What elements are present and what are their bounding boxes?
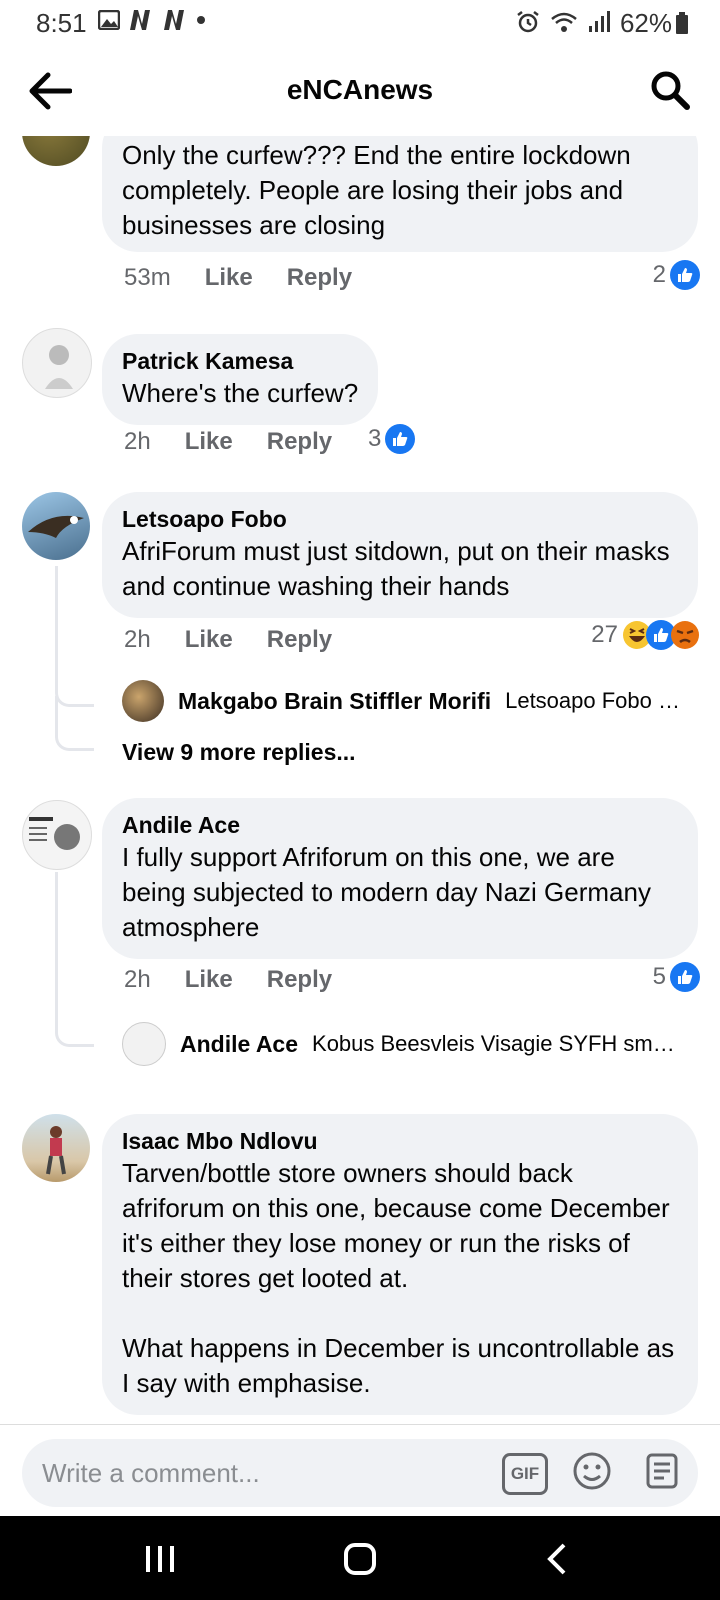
like-button[interactable]: Like [185, 626, 233, 654]
reply-author[interactable]: Makgabo Brain Stiffler Morifi [178, 688, 491, 715]
recent-apps-icon[interactable] [140, 1542, 180, 1576]
reaction-count: 5 [652, 963, 666, 990]
like-reaction-icon [670, 962, 700, 992]
like-reaction-icon [385, 424, 416, 454]
comment-bubble[interactable]: Isaac Mbo Ndlovu Tarven/bottle store own… [102, 1114, 698, 1415]
comment-text: Only the curfew??? End the entire lockdo… [122, 140, 638, 240]
comment-author[interactable]: Isaac Mbo Ndlovu [122, 1126, 678, 1156]
reply-text: Letsoapo Fobo o... [505, 688, 682, 713]
avatar[interactable] [22, 492, 90, 560]
avatar[interactable] [122, 1022, 166, 1066]
notification-dot-icon [197, 16, 205, 24]
avatar[interactable] [122, 680, 164, 722]
reply-button[interactable]: Reply [267, 626, 332, 654]
status-bar: 8:51 62% [0, 0, 720, 46]
profile-photo [29, 817, 80, 850]
person-photo [46, 1126, 66, 1175]
search-icon[interactable] [650, 70, 690, 110]
comment-actions: 2h Like Reply [124, 626, 332, 654]
wifi-icon [551, 12, 577, 32]
comment-time: 2h [124, 428, 151, 455]
page-header: eNCAnews [0, 46, 720, 136]
back-nav-icon[interactable] [540, 1542, 580, 1576]
reply-button[interactable]: Reply [287, 264, 352, 292]
reaction-summary[interactable]: 5 [653, 962, 700, 992]
home-icon[interactable] [340, 1542, 380, 1576]
gif-button[interactable]: GIF [502, 1453, 548, 1495]
avatar[interactable] [22, 136, 90, 166]
comment-time: 53m [124, 264, 171, 291]
comment-text: Where's the curfew? [122, 378, 359, 408]
reaction-count: 2 [652, 261, 666, 288]
comment-composer: Write a comment... GIF [0, 1424, 720, 1517]
comment-time: 2h [124, 966, 151, 993]
page-title: eNCAnews [286, 74, 434, 105]
thread-line [55, 872, 94, 1047]
reaction-summary[interactable]: 2 [653, 260, 700, 290]
gallery-icon [98, 10, 120, 30]
system-nav-bar [0, 1516, 720, 1600]
reply-preview[interactable]: Makgabo Brain Stiffler Morifi Letsoapo F… [122, 680, 682, 722]
reaction-count: 27 [591, 621, 618, 648]
reply-button[interactable]: Reply [267, 966, 332, 994]
status-time: 8:51 [36, 8, 87, 38]
avatar[interactable] [22, 800, 92, 870]
like-button[interactable]: Like [185, 428, 233, 456]
comment-actions: 2h Like Reply [124, 428, 332, 456]
comment-actions: 53m Like Reply [124, 264, 352, 292]
reply-text: Kobus Beesvleis Visagie SYFH smar... [312, 1031, 682, 1056]
comment-bubble[interactable]: Andile Ace I fully support Afriforum on … [102, 798, 698, 959]
signal-icon [589, 11, 610, 32]
alarm-icon [517, 11, 539, 33]
comment-text: Tarven/bottle store owners should back a… [122, 1158, 675, 1398]
avatar[interactable] [22, 1114, 90, 1182]
comment-bubble[interactable]: Letsoapo Fobo AfriForum must just sitdow… [102, 492, 698, 618]
reply-author[interactable]: Andile Ace [180, 1031, 298, 1058]
view-more-replies-link[interactable]: View 9 more replies... [122, 739, 356, 766]
angry-reaction-icon [671, 621, 699, 649]
battery-icon [676, 12, 688, 34]
reply-preview[interactable]: Andile Ace Kobus Beesvleis Visagie SYFH … [122, 1022, 682, 1066]
emoji-icon[interactable] [572, 1451, 612, 1491]
reaction-summary[interactable]: 27 [591, 620, 700, 650]
person-photo [45, 345, 73, 389]
comment-text: I fully support Afriforum on this one, w… [122, 842, 659, 942]
comment-author[interactable]: Andile Ace [122, 810, 678, 840]
avatar[interactable] [22, 328, 92, 398]
like-reaction-icon [670, 260, 700, 290]
netflix-icon [164, 10, 184, 30]
comment-author[interactable]: Letsoapo Fobo [122, 504, 678, 534]
comment-time: 2h [124, 626, 151, 653]
netflix-icon [130, 10, 150, 30]
reaction-summary[interactable]: 3 [368, 424, 416, 454]
thread-line [55, 566, 94, 707]
like-button[interactable]: Like [205, 264, 253, 292]
comment-actions: 2h Like Reply [124, 966, 332, 994]
reaction-count: 3 [368, 425, 382, 452]
battery-percent: 62% [619, 8, 672, 38]
like-button[interactable]: Like [185, 966, 233, 994]
comment-bubble[interactable]: Patrick Kamesa Where's the curfew? [102, 334, 379, 425]
eagle-photo [28, 515, 84, 538]
comment-input[interactable]: Write a comment... GIF [22, 1439, 698, 1507]
comment-author[interactable]: Patrick Kamesa [122, 346, 358, 376]
comments-feed[interactable]: Only the curfew??? End the entire lockdo… [0, 136, 720, 1424]
comment-text: AfriForum must just sitdown, put on thei… [122, 536, 677, 601]
thread-line [55, 696, 94, 751]
comment-placeholder: Write a comment... [42, 1458, 260, 1488]
comment-bubble[interactable]: Only the curfew??? End the entire lockdo… [102, 136, 698, 252]
reply-button[interactable]: Reply [267, 428, 332, 456]
sticker-icon[interactable] [642, 1451, 682, 1491]
